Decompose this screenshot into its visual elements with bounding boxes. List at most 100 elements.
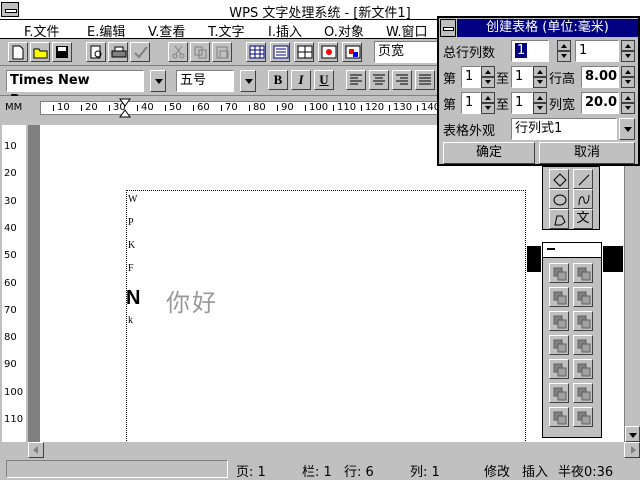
italic-button[interactable]: I — [291, 70, 311, 90]
spin-up-icon[interactable] — [621, 92, 635, 103]
save-button[interactable] — [52, 42, 72, 62]
col-to-spinner[interactable] — [533, 92, 547, 114]
align-top-right-button[interactable] — [573, 263, 593, 283]
vertical-ruler[interactable]: 10 20 30 40 50 60 70 80 90 100 110 — [0, 125, 28, 442]
freeform-tool-button[interactable] — [549, 209, 569, 229]
spin-up-icon[interactable] — [557, 40, 571, 51]
align-justify-button[interactable] — [415, 70, 435, 90]
menu-object[interactable]: O.对象 — [324, 21, 364, 40]
dialog-system-menu-icon[interactable] — [440, 19, 456, 37]
rotate-right-button[interactable] — [573, 335, 593, 355]
align-center-button[interactable] — [369, 70, 389, 90]
total-cols-input[interactable]: 1 — [511, 40, 549, 62]
insert-form-button[interactable] — [270, 42, 290, 62]
spin-down-icon[interactable] — [481, 77, 495, 88]
line-tool-button[interactable] — [573, 169, 593, 189]
palette-close-icon[interactable] — [547, 248, 555, 250]
scroll-down-button[interactable] — [625, 426, 640, 442]
menu-file[interactable]: F.文件 — [24, 21, 60, 40]
insert-image-button[interactable] — [318, 42, 338, 62]
spin-up-icon[interactable] — [621, 40, 635, 51]
total-cols-spinner[interactable] — [557, 40, 571, 62]
new-file-button[interactable] — [8, 42, 28, 62]
open-file-button[interactable] — [30, 42, 50, 62]
palette-title-bar[interactable] — [543, 243, 601, 258]
spin-down-icon[interactable] — [621, 103, 635, 114]
spin-down-icon[interactable] — [533, 103, 547, 114]
col-width-spinner[interactable] — [621, 92, 635, 114]
bring-front-button[interactable] — [549, 383, 569, 403]
col-width-input[interactable]: 20.0 — [581, 92, 619, 114]
paste-button[interactable] — [212, 42, 232, 62]
flip-horizontal-button[interactable] — [549, 311, 569, 331]
appearance-dropdown-icon[interactable] — [619, 118, 635, 140]
send-back-button[interactable] — [573, 383, 593, 403]
spin-down-icon[interactable] — [621, 77, 635, 88]
spin-up-icon[interactable] — [533, 92, 547, 103]
appearance-select[interactable]: 行列式1 — [511, 118, 617, 140]
font-name-select[interactable]: Times New Roman — [6, 70, 144, 108]
ungroup-button[interactable] — [573, 359, 593, 379]
spin-down-icon[interactable] — [557, 51, 571, 62]
dialog-title[interactable]: 创建表格 (单位:毫米) — [457, 19, 638, 37]
view-select[interactable]: 页宽 — [374, 41, 438, 63]
scroll-right-button[interactable] — [624, 442, 640, 458]
col-from-spinner[interactable] — [481, 92, 495, 114]
align-right-button[interactable] — [392, 70, 412, 90]
font-size-select[interactable]: 五号 — [176, 70, 234, 92]
row-to-input[interactable]: 1 — [511, 66, 533, 88]
row-from-input[interactable]: 1 — [461, 66, 481, 88]
copy-button[interactable] — [190, 42, 210, 62]
col-to-input[interactable]: 1 — [511, 92, 533, 114]
spin-down-icon[interactable] — [533, 77, 547, 88]
total-rows-input[interactable]: 1 — [575, 40, 619, 62]
align-middle-right-button[interactable] — [573, 287, 593, 307]
scroll-left-button[interactable] — [28, 442, 44, 458]
ok-button[interactable]: 确定 — [443, 142, 535, 164]
vertical-scrollbar[interactable] — [624, 166, 640, 442]
insert-object-button[interactable] — [342, 42, 362, 62]
distribute-h-button[interactable] — [549, 407, 569, 427]
text-tool-button[interactable]: 文 — [573, 209, 593, 229]
spin-up-icon[interactable] — [481, 92, 495, 103]
ellipse-tool-button[interactable] — [549, 189, 569, 209]
cut-button[interactable] — [168, 42, 188, 62]
distribute-v-button[interactable] — [573, 407, 593, 427]
group-button[interactable] — [549, 359, 569, 379]
bold-button[interactable]: B — [268, 70, 288, 90]
menu-text[interactable]: T.文字 — [208, 21, 245, 40]
spin-down-icon[interactable] — [621, 51, 635, 62]
align-top-left-button[interactable] — [549, 263, 569, 283]
spin-up-icon[interactable] — [621, 66, 635, 77]
spin-up-icon[interactable] — [533, 66, 547, 77]
row-height-spinner[interactable] — [621, 66, 635, 88]
total-rows-spinner[interactable] — [621, 40, 635, 62]
row-height-input[interactable]: 8.00 — [581, 66, 619, 88]
print-preview-button[interactable] — [86, 42, 106, 62]
font-name-dropdown-icon[interactable] — [150, 70, 166, 92]
menu-edit[interactable]: E.编辑 — [87, 21, 125, 40]
rotate-left-button[interactable] — [549, 335, 569, 355]
underline-button[interactable]: U — [314, 70, 334, 90]
print-button[interactable] — [108, 42, 128, 62]
insert-table-button[interactable] — [246, 42, 266, 62]
insert-grid-button[interactable] — [294, 42, 314, 62]
menu-view[interactable]: V.查看 — [148, 21, 185, 40]
col-from-input[interactable]: 1 — [461, 92, 481, 114]
align-middle-left-button[interactable] — [549, 287, 569, 307]
menu-insert[interactable]: I.插入 — [268, 21, 302, 40]
spell-check-button[interactable] — [130, 42, 150, 62]
horizontal-scrollbar[interactable] — [28, 442, 640, 458]
row-from-spinner[interactable] — [481, 66, 495, 88]
indent-marker-icon[interactable] — [119, 98, 131, 118]
font-size-dropdown-icon[interactable] — [240, 70, 256, 92]
align-left-button[interactable] — [346, 70, 366, 90]
row-to-spinner[interactable] — [533, 66, 547, 88]
diamond-tool-button[interactable] — [549, 169, 569, 189]
curve-tool-button[interactable] — [573, 189, 593, 209]
spin-up-icon[interactable] — [481, 66, 495, 77]
cancel-button[interactable]: 取消 — [539, 142, 635, 164]
menu-window[interactable]: W.窗口 — [386, 21, 428, 40]
spin-down-icon[interactable] — [481, 103, 495, 114]
flip-vertical-button[interactable] — [573, 311, 593, 331]
